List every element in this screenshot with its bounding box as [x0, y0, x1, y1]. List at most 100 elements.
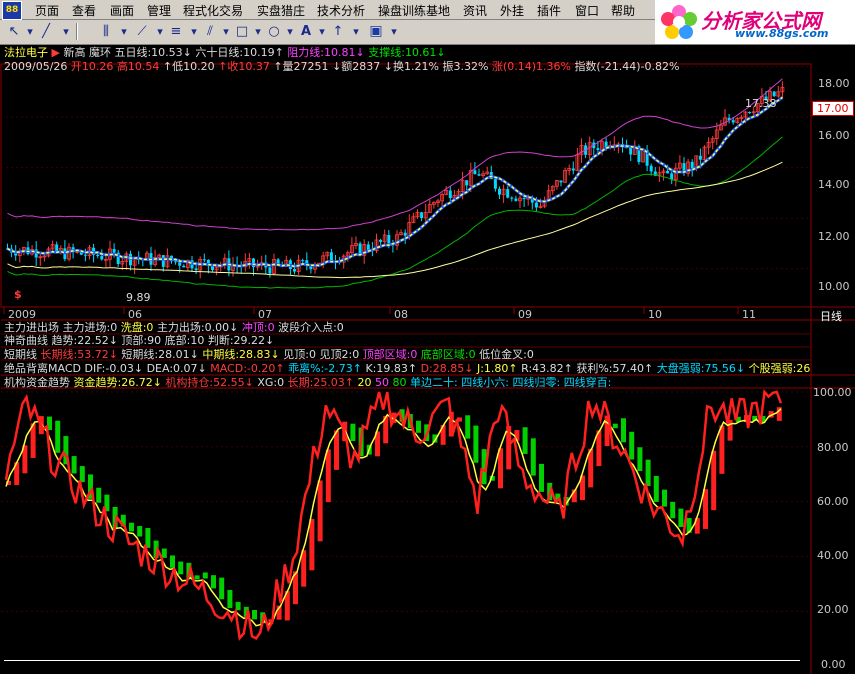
new-high-label: 新高: [63, 46, 86, 59]
low-annotation: 9.89: [126, 291, 151, 304]
menu-live-hunt[interactable]: 实盘猎庄: [257, 2, 305, 19]
candle-body-down: [514, 198, 518, 201]
candle-body-down: [403, 232, 407, 236]
parallel-dropdown-icon[interactable]: ▾: [114, 22, 134, 41]
save-dropdown-icon[interactable]: ▾: [384, 22, 404, 41]
oscillator-bar: [227, 589, 233, 609]
indicator-line-1[interactable]: 主力进出场 主力进场:0 洗盘:0 主力出场:0.00↓ 冲顶:0 波段介入点:…: [4, 321, 344, 334]
osc-tick-80: 80.00: [817, 441, 849, 454]
osc-tick-0: 0.00: [821, 658, 846, 671]
period-selector[interactable]: 日线: [820, 308, 842, 324]
oscillator-bar: [588, 448, 594, 488]
arrow-tool-icon[interactable]: ↑: [328, 22, 348, 41]
main-panel-frame: [0, 63, 812, 308]
ind2-bottom: 底部:10: [164, 334, 205, 347]
menu-news[interactable]: 资讯: [463, 2, 487, 19]
candle-body-down: [366, 244, 370, 251]
ind5-single-side: 单边二十:: [410, 376, 458, 389]
site-logo: 分析家公式网 www.88gs.com: [655, 0, 855, 44]
parallel-lines-icon[interactable]: ⫼: [96, 22, 116, 41]
candle-body-down: [182, 265, 186, 268]
oscillator-bar: [711, 450, 717, 511]
logo-url[interactable]: www.88gs.com: [735, 27, 828, 40]
date-value: 2009/05/26: [4, 60, 68, 73]
ma60-value: 六十日线:10.19↑: [195, 46, 284, 59]
menu-view[interactable]: 查看: [72, 2, 96, 19]
indicator-line-2[interactable]: 神奇曲线 趋势:22.52↓ 顶部:90 底部:10 判断:29.22↓: [4, 334, 274, 347]
oscillator-bar: [645, 459, 651, 487]
ind3-long: 长期线:53.72↓: [40, 348, 118, 361]
candle-body-down: [448, 190, 452, 198]
trend-ma-dash: [7, 96, 783, 268]
ind4-dea: DEA:0.07↓: [146, 362, 207, 375]
oscillator-bar: [719, 425, 725, 474]
indicator-line-3[interactable]: 短期线 长期线:53.72↓ 短期线:28.01↓ 中期线:28.83↓ 见顶:…: [4, 348, 534, 361]
oscillator-bar: [678, 508, 684, 527]
oscillator-bar: [334, 430, 339, 470]
amplitude-value: 振3.32%: [442, 60, 489, 73]
fan-lines-icon[interactable]: ⟋: [132, 22, 152, 41]
indicator-line-5[interactable]: 机构资金趋势 资金趋势:26.72↓ 机构持仓:52.55↓ XG:0 长期:2…: [4, 376, 611, 389]
fibonacci-icon[interactable]: ≡: [166, 22, 186, 41]
candle-body-down: [112, 249, 116, 253]
oscillator-bar: [637, 447, 643, 472]
candle-body-down: [690, 161, 694, 169]
arrow-dropdown-icon[interactable]: ▾: [346, 22, 366, 41]
oscillator-bar: [530, 438, 536, 476]
chart-area[interactable]: 法拉电子 ▶ 新高 魔环 五日线:10.53↓ 六十日线:10.19↑ 阻力线:…: [0, 44, 855, 674]
stock-name[interactable]: 法拉电子: [4, 46, 48, 59]
line-draw-dropdown-icon[interactable]: ▾: [56, 22, 76, 41]
save-icon[interactable]: ▣: [366, 22, 386, 41]
ind5-level-20: 20: [357, 376, 372, 389]
change-value: 涨(0.14)1.36%: [491, 60, 571, 73]
high-annotation: 17.38: [745, 97, 777, 110]
menu-tech-analysis[interactable]: 技术分析: [317, 2, 365, 19]
ind5-title: 机构资金趋势: [4, 376, 70, 389]
demon-ring-label: 魔环: [88, 46, 111, 59]
support-value: 支撑线:10.61↓: [368, 46, 446, 59]
open-value: 开10.26: [70, 60, 114, 73]
date-ticks: [3, 307, 739, 314]
ind3-top2: 见顶2:0: [319, 348, 360, 361]
oscillator-bar: [416, 420, 421, 433]
menu-addons[interactable]: 插件: [537, 2, 561, 19]
date-label-07: 07: [258, 308, 272, 321]
amount-value: ↓额2837: [332, 60, 381, 73]
candle-body-down: [329, 252, 333, 262]
candle-body-down: [202, 259, 206, 261]
indicator-line-4[interactable]: 绝品背离MACD DIF:-0.03↓ DEA:0.07↓ MACD:-0.20…: [4, 362, 810, 375]
candle-body-down: [698, 155, 702, 160]
high-value: 高10.54: [116, 60, 160, 73]
ind2-top: 顶部:90: [121, 334, 162, 347]
menu-canvas[interactable]: 画面: [110, 2, 134, 19]
close-value: ↑收10.37: [218, 60, 270, 73]
osc-tick-20: 20.00: [817, 603, 849, 616]
menu-help[interactable]: 帮助: [611, 2, 635, 19]
ind4-stock-strength: 个股强弱:26: [748, 362, 811, 375]
oscillator-bar: [137, 526, 143, 537]
menu-window[interactable]: 窗口: [575, 2, 599, 19]
date-label-10: 10: [648, 308, 662, 321]
ind5-four-small: 四线小六:: [461, 376, 509, 389]
ind1-band-entry: 波段介入点:0: [278, 321, 344, 334]
price-tick-16: 16.00: [818, 129, 850, 142]
ind1-rush-top: 冲顶:0: [241, 321, 275, 334]
ind5-four-hundred: 四线穿百:: [563, 376, 612, 389]
ind3-short: 短期线:28.01↓: [121, 348, 199, 361]
ind4-macd: MACD:-0.20↑: [210, 362, 285, 375]
app-icon[interactable]: 88: [2, 1, 22, 20]
menu-plugins-ext[interactable]: 外挂: [500, 2, 524, 19]
oscillator-bar: [309, 519, 315, 571]
candle-body-down: [493, 179, 497, 189]
menu-training-base[interactable]: 操盘训练基地: [378, 2, 450, 19]
candle-body-down: [268, 267, 272, 274]
line-draw-icon[interactable]: ╱: [36, 22, 56, 41]
candle-body-down: [420, 212, 424, 219]
date-label-11: 11: [742, 308, 756, 321]
ind4-d: D:28.85↓: [420, 362, 474, 375]
menu-page[interactable]: 页面: [35, 2, 59, 19]
menu-program-trading[interactable]: 程式化交易: [183, 2, 243, 19]
oscillator-bar: [71, 456, 77, 474]
long-ma-line: [7, 161, 783, 279]
menu-manage[interactable]: 管理: [147, 2, 171, 19]
